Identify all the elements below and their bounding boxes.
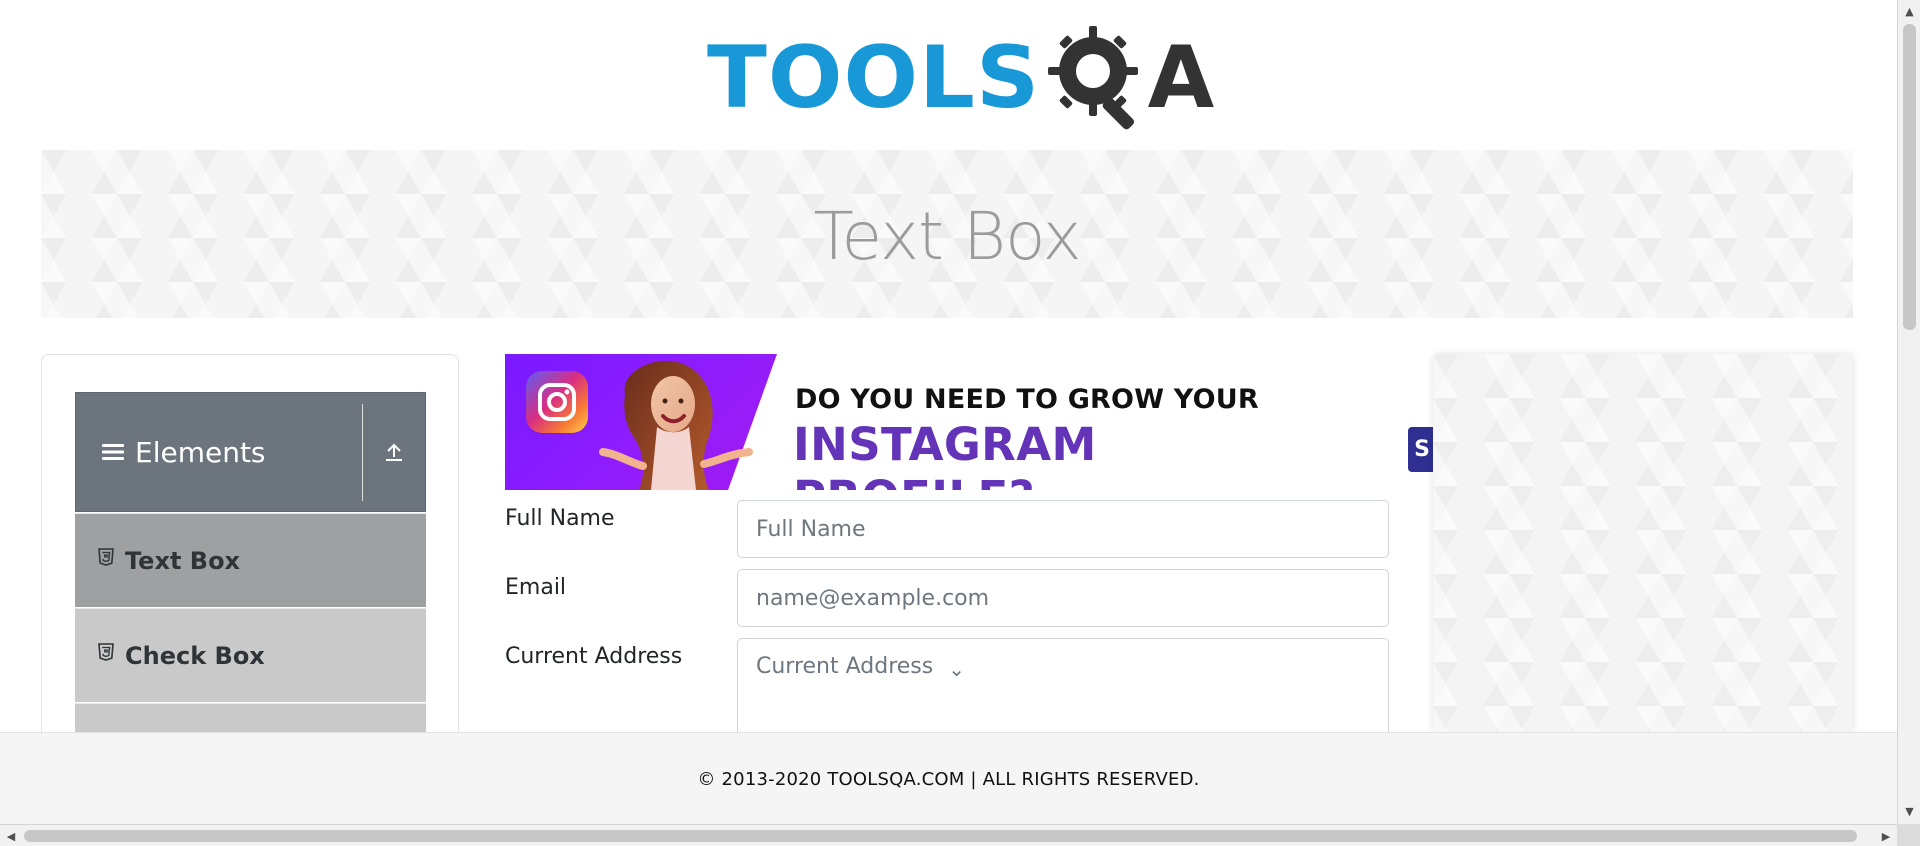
page-title: Text Box bbox=[813, 197, 1081, 275]
html5-icon bbox=[97, 642, 115, 662]
vertical-scroll-thumb[interactable] bbox=[1903, 24, 1916, 330]
sidebar-group-title: Elements bbox=[135, 435, 266, 469]
sidebar-item-label: Text Box bbox=[125, 546, 241, 575]
ad-partial-button[interactable]: S bbox=[1408, 427, 1436, 472]
full-name-label: Full Name bbox=[505, 506, 615, 531]
current-address-label: Current Address bbox=[505, 644, 683, 669]
horizontal-scrollbar[interactable]: ◀ ▶ bbox=[0, 824, 1897, 846]
email-placeholder: name@example.com bbox=[756, 585, 990, 611]
vertical-scrollbar[interactable]: ▲ ▼ bbox=[1897, 0, 1920, 824]
page-header-banner: Text Box bbox=[41, 150, 1853, 318]
page-footer: © 2013-2020 TOOLSQA.COM | ALL RIGHTS RES… bbox=[0, 732, 1897, 825]
sidebar-group-header[interactable]: Elements bbox=[75, 392, 426, 512]
instagram-ad-banner[interactable]: DO YOU NEED TO GROW YOUR INSTAGRAM PROFI… bbox=[505, 354, 1340, 490]
chevron-down-icon: ⌄ bbox=[948, 657, 966, 681]
instagram-icon bbox=[526, 371, 588, 433]
scroll-right-icon[interactable]: ▶ bbox=[1875, 825, 1897, 846]
ad-headline-bottom: INSTAGRAM PROFILE? bbox=[793, 418, 1097, 490]
ad-headline-top: DO YOU NEED TO GROW YOUR bbox=[795, 384, 1259, 415]
browser-viewport: TOOLS A Text Box Elements Text Box Check… bbox=[0, 0, 1920, 846]
full-name-placeholder: Full Name bbox=[756, 516, 866, 542]
gear-search-icon bbox=[1040, 22, 1154, 134]
scroll-down-icon[interactable]: ▼ bbox=[1898, 800, 1920, 822]
footer-copyright: © 2013-2020 TOOLSQA.COM | ALL RIGHTS RES… bbox=[697, 768, 1200, 790]
scroll-left-icon[interactable]: ◀ bbox=[0, 825, 22, 846]
current-address-placeholder: Current Address bbox=[756, 654, 934, 679]
html5-icon bbox=[97, 547, 115, 567]
hamburger-icon bbox=[101, 440, 125, 464]
email-label: Email bbox=[505, 575, 567, 600]
full-name-input[interactable]: Full Name bbox=[737, 500, 1389, 558]
scrollbar-corner bbox=[1897, 824, 1920, 846]
right-ad-panel[interactable] bbox=[1433, 354, 1853, 734]
sidebar-item-check-box[interactable]: Check Box bbox=[75, 608, 426, 702]
email-input[interactable]: name@example.com bbox=[737, 569, 1389, 627]
scroll-up-icon[interactable]: ▲ bbox=[1898, 0, 1920, 22]
upload-arrow-icon[interactable] bbox=[363, 393, 425, 511]
horizontal-scroll-thumb[interactable] bbox=[24, 830, 1857, 842]
sidebar-item-text-box[interactable]: Text Box bbox=[75, 513, 426, 607]
ad-woman-image bbox=[599, 360, 753, 490]
toolsqa-logo-left-text: TOOLS bbox=[707, 28, 1041, 128]
toolsqa-logo-link[interactable]: TOOLS A bbox=[707, 22, 1214, 134]
sidebar-item-label: Check Box bbox=[125, 641, 265, 670]
toolsqa-logo-right-text: A bbox=[1147, 28, 1215, 128]
